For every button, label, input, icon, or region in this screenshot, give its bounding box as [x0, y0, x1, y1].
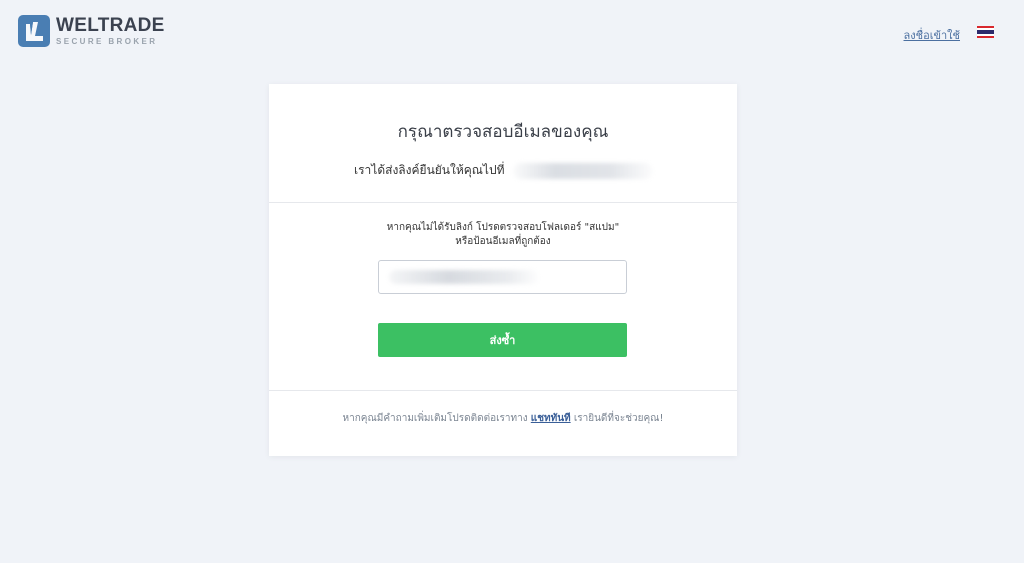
sent-text: เราได้ส่งลิงค์ยืนยันให้คุณไปที่ — [354, 163, 505, 177]
help-prefix: หากคุณมีคำถามเพิ่มเติมโปรดติดต่อเราทาง — [342, 413, 528, 424]
verify-email-card: กรุณาตรวจสอบอีเมลของคุณ เราได้ส่งลิงค์ยื… — [269, 84, 737, 456]
login-link[interactable]: ลงชื่อเข้าใช้ — [904, 26, 960, 44]
weltrade-logo[interactable]: WELTRADE SECURE BROKER — [18, 15, 165, 47]
hint-line-2: หรือป้อนอีเมลที่ถูกต้อง — [455, 236, 551, 247]
divider — [269, 202, 737, 203]
hint-line-1: หากคุณไม่ได้รับลิงก์ โปรดตรวจสอบโฟลเดอร์… — [386, 222, 620, 233]
logo-name: WELTRADE — [56, 15, 165, 36]
page-title: กรุณาตรวจสอบอีเมลของคุณ — [397, 122, 609, 142]
help-note: หากคุณมีคำถามเพิ่มเติมโปรดติดต่อเราทาง แ… — [269, 411, 737, 426]
email-field[interactable] — [378, 260, 627, 294]
resend-button[interactable]: ส่งซ้ำ — [378, 323, 627, 357]
top-header: WELTRADE SECURE BROKER ลงชื่อเข้าใช้ — [0, 0, 1024, 64]
logo-mark-icon — [18, 15, 50, 47]
divider — [269, 390, 737, 391]
live-chat-link[interactable]: แชททันที — [531, 413, 571, 424]
help-suffix: เรายินดีที่จะช่วยคุณ! — [573, 413, 664, 424]
logo-tagline: SECURE BROKER — [56, 37, 158, 46]
redacted-email-value — [389, 270, 539, 284]
sent-confirmation: เราได้ส่งลิงค์ยืนยันให้คุณไปที่ — [354, 161, 653, 180]
thai-flag-icon[interactable] — [977, 26, 994, 38]
hint-text: หากคุณไม่ได้รับลิงก์ โปรดตรวจสอบโฟลเดอร์… — [269, 221, 737, 249]
redacted-email — [512, 162, 653, 179]
